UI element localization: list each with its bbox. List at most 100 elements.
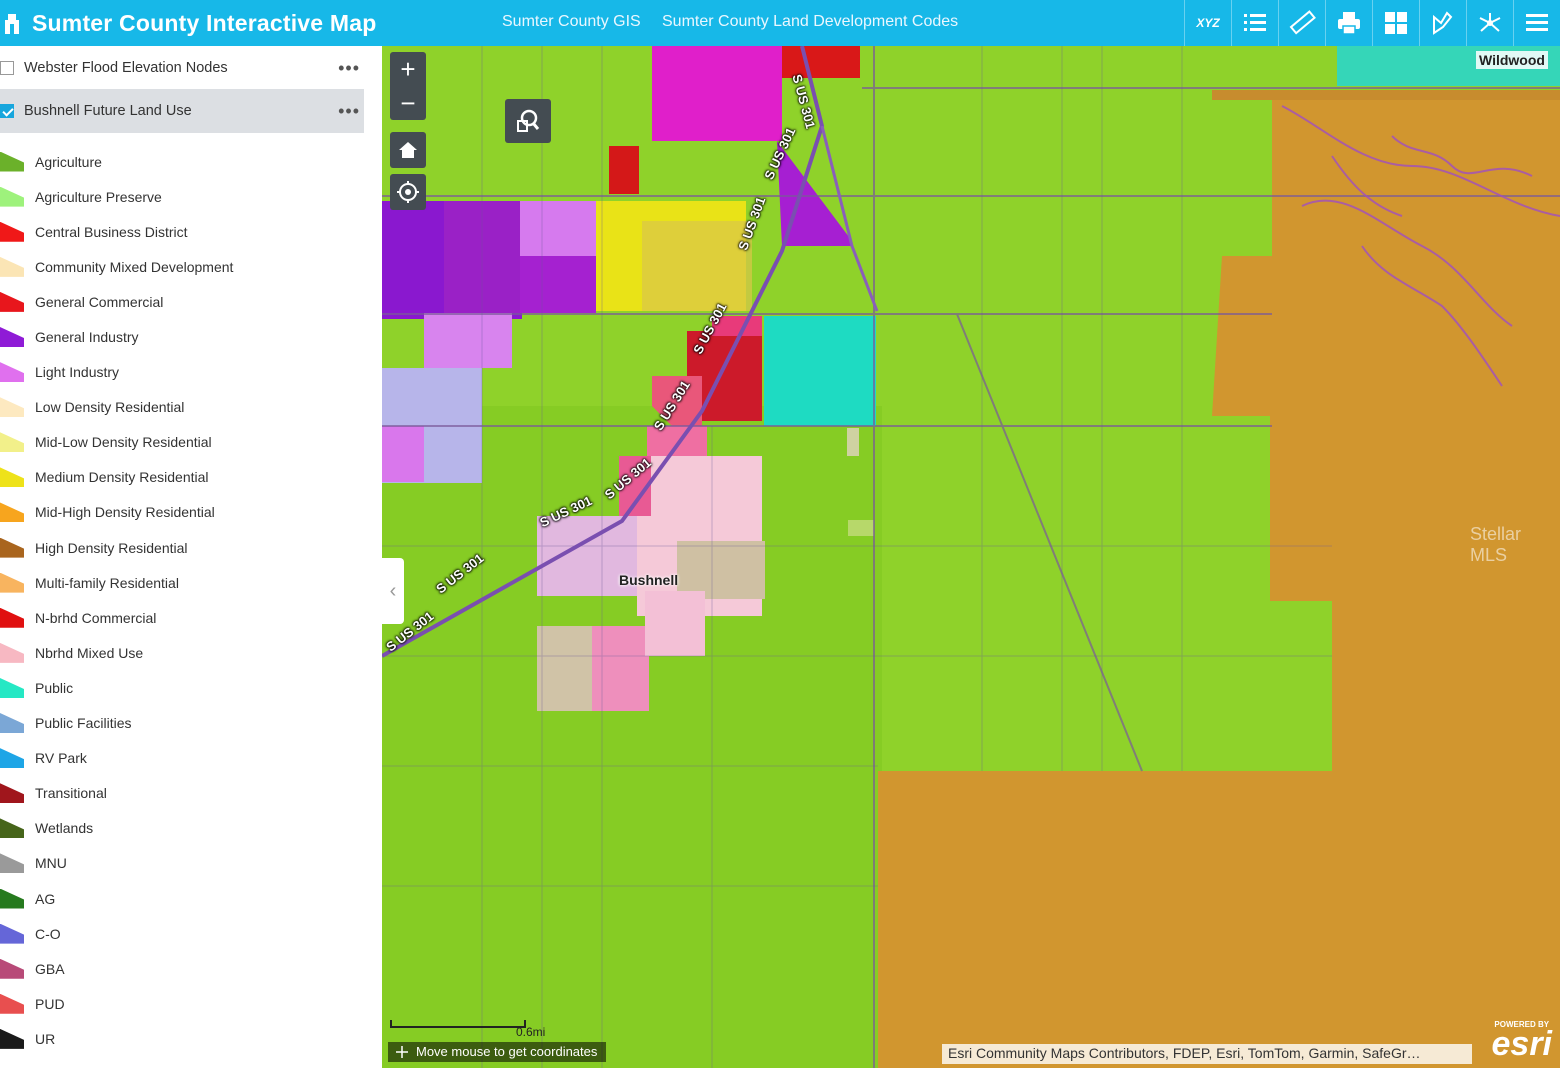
collapse-panel-button[interactable]: ‹	[382, 558, 404, 624]
legend-label: Public Facilities	[35, 715, 132, 732]
more-options-icon[interactable]: •••	[338, 58, 360, 79]
legend-label: Light Industry	[35, 364, 120, 381]
legend-swatch-icon	[0, 572, 24, 593]
city-label-wildwood: Wildwood	[1476, 51, 1548, 69]
legend-swatch-icon	[0, 151, 24, 172]
zoom-control: + −	[390, 52, 426, 120]
legend-item: Transitional	[0, 776, 370, 811]
legend-label: Wetlands	[35, 820, 94, 837]
legend-item: Light Industry	[0, 355, 370, 390]
legend-label: Mid-Low Density Residential	[35, 434, 212, 451]
layer-label: Webster Flood Elevation Nodes	[24, 60, 228, 76]
legend-label: Multi-family Residential	[35, 574, 179, 591]
zoom-out-button[interactable]: −	[390, 86, 426, 120]
layer-panel: Webster Flood Elevation Nodes ••• Bushne…	[0, 46, 382, 1068]
legend-item: General Industry	[0, 319, 370, 354]
search-icon	[517, 109, 540, 132]
legend-swatch-icon	[0, 783, 24, 804]
esri-logo[interactable]: POWERED BY esri	[1491, 1020, 1553, 1063]
crosshair-icon	[396, 1046, 408, 1058]
legend-label: High Density Residential	[35, 539, 188, 556]
share-icon[interactable]	[1466, 0, 1513, 46]
county-logo-icon	[2, 8, 26, 38]
layer-webster-flood-elevation-nodes[interactable]: Webster Flood Elevation Nodes •••	[0, 46, 364, 90]
legend-item: C-O	[0, 916, 370, 951]
legend-item: Public	[0, 670, 370, 705]
xyz-coordinate-icon[interactable]: XYZ	[1184, 0, 1231, 46]
home-button[interactable]	[390, 132, 426, 168]
legend-item: AG	[0, 881, 370, 916]
layer-checkbox[interactable]	[0, 104, 14, 118]
print-icon[interactable]	[1325, 0, 1372, 46]
legend-label: Community Mixed Development	[35, 258, 234, 275]
legend-swatch-icon	[0, 607, 24, 628]
legend-swatch-icon	[0, 923, 24, 944]
legend-label: Mid-High Density Residential	[35, 504, 215, 521]
legend-item: N-brhd Commercial	[0, 600, 370, 635]
legend-swatch-icon	[0, 362, 24, 383]
legend-item: GBA	[0, 951, 370, 986]
more-options-icon[interactable]: •••	[338, 101, 360, 122]
legend-swatch-icon	[0, 993, 24, 1014]
measure-ruler-icon[interactable]	[1278, 0, 1325, 46]
legend-swatch-icon	[0, 818, 24, 839]
layer-list-icon[interactable]	[1231, 0, 1278, 46]
draw-icon[interactable]	[1419, 0, 1466, 46]
legend-label: Agriculture	[35, 153, 102, 170]
legend-label: PUD	[35, 995, 65, 1012]
legend-item: General Commercial	[0, 284, 370, 319]
locate-button[interactable]	[390, 174, 426, 210]
map-view[interactable]: + − ‹ Wildwood Bushnell S US 301 S US 30…	[382, 46, 1560, 1068]
legend-item: Multi-family Residential	[0, 565, 370, 600]
legend-swatch-icon	[0, 502, 24, 523]
scale-bar	[390, 1020, 526, 1028]
legend-label: GBA	[35, 960, 65, 977]
legend-item: Nbrhd Mixed Use	[0, 635, 370, 670]
legend-swatch-icon	[0, 221, 24, 242]
layer-checkbox[interactable]	[0, 61, 14, 75]
legend-swatch-icon	[0, 748, 24, 769]
legend-item: Mid-Low Density Residential	[0, 425, 370, 460]
zoom-in-button[interactable]: +	[390, 52, 426, 86]
legend-label: AG	[35, 890, 56, 907]
legend-label: N-brhd Commercial	[35, 609, 157, 626]
legend-swatch-icon	[0, 256, 24, 277]
legend-label: Central Business District	[35, 223, 188, 240]
esri-wordmark: esri	[1491, 1025, 1553, 1063]
map-attribution: Esri Community Maps Contributors, FDEP, …	[942, 1044, 1472, 1064]
legend-swatch-icon	[0, 432, 24, 453]
legend-label: Medium Density Residential	[35, 469, 209, 486]
legend-swatch-icon	[0, 677, 24, 698]
search-button[interactable]	[505, 99, 551, 143]
legend: Agriculture Agriculture Preserve Central B…	[0, 144, 370, 1056]
link-land-development-codes[interactable]: Sumter County Land Development Codes	[662, 13, 958, 31]
map-canvas[interactable]	[382, 46, 1560, 1068]
legend-item: Community Mixed Development	[0, 249, 370, 284]
layer-bushnell-future-land-use[interactable]: Bushnell Future Land Use •••	[0, 89, 364, 133]
legend-item: Agriculture	[0, 144, 370, 179]
legend-item: MNU	[0, 846, 370, 881]
legend-item: Public Facilities	[0, 706, 370, 741]
basemap-gallery-icon[interactable]	[1372, 0, 1419, 46]
legend-item: Low Density Residential	[0, 390, 370, 425]
legend-label: Agriculture Preserve	[35, 188, 162, 205]
legend-label: UR	[35, 1030, 56, 1047]
legend-label: Nbrhd Mixed Use	[35, 644, 144, 661]
legend-item: PUD	[0, 986, 370, 1021]
legend-label: Transitional	[35, 785, 107, 802]
legend-label: Low Density Residential	[35, 399, 185, 416]
legend-swatch-icon	[0, 397, 24, 418]
locate-icon	[397, 181, 419, 203]
toolbar: XYZ	[1184, 0, 1560, 46]
watermark: Stellar MLS	[1470, 524, 1522, 565]
coordinate-readout[interactable]: Move mouse to get coordinates	[388, 1042, 606, 1062]
link-sumter-county-gis[interactable]: Sumter County GIS	[502, 13, 641, 31]
legend-label: C-O	[35, 925, 61, 942]
legend-swatch-icon	[0, 186, 24, 207]
legend-label: General Commercial	[35, 293, 164, 310]
scale-label: 0.6mi	[516, 1025, 546, 1039]
legend-item: Central Business District	[0, 214, 370, 249]
app-title: Sumter County Interactive Map	[32, 9, 377, 36]
legend-label: MNU	[35, 855, 67, 872]
menu-icon[interactable]	[1513, 0, 1560, 46]
